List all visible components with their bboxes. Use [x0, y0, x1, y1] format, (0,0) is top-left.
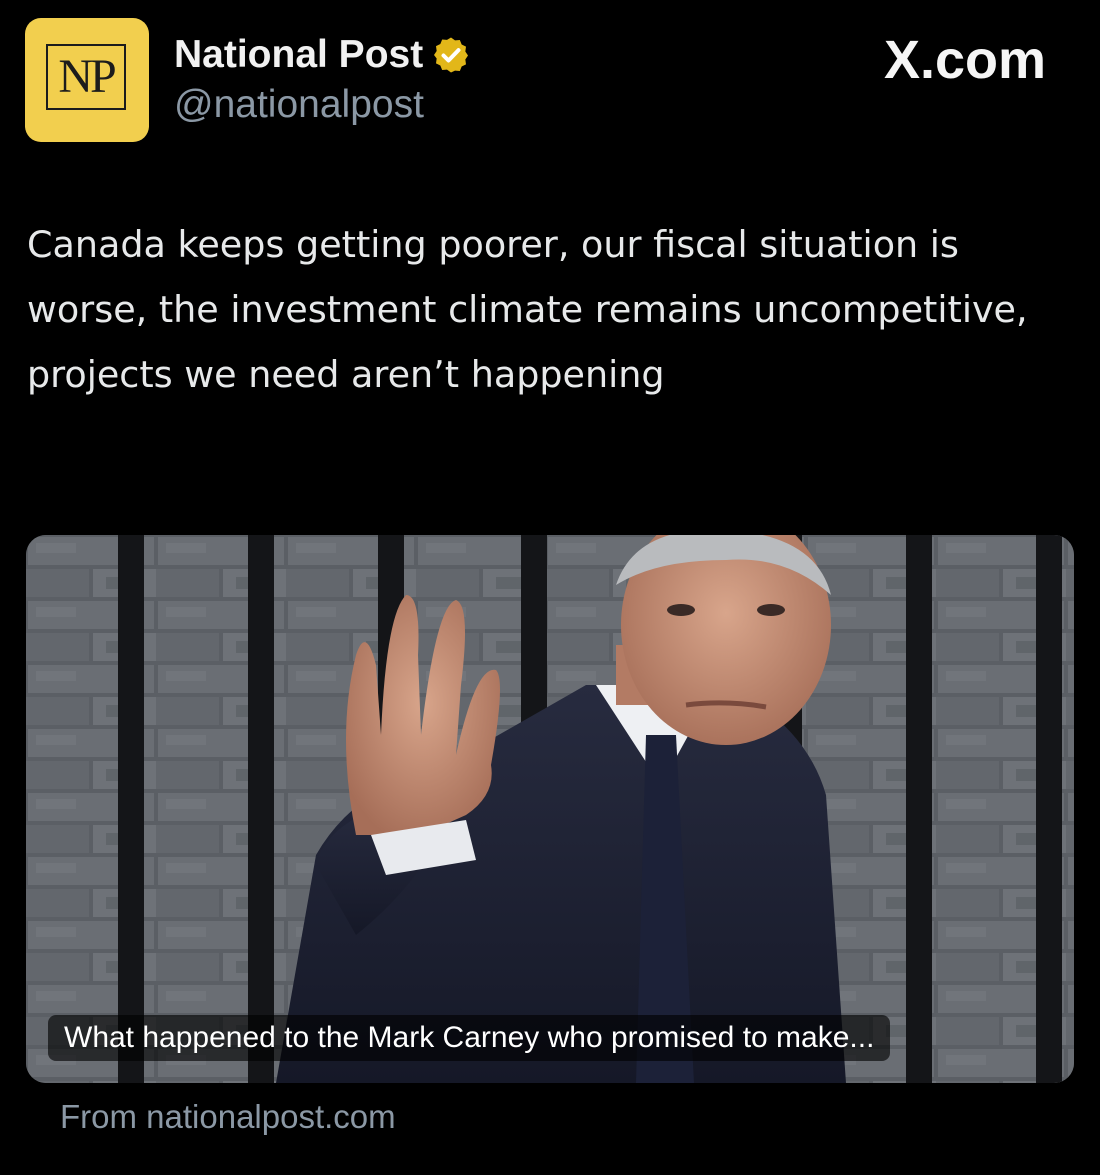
article-caption: What happened to the Mark Carney who pro… [48, 1015, 891, 1061]
display-name[interactable]: National Post [174, 32, 423, 78]
article-photo [26, 535, 1074, 1083]
avatar-logo-frame: NP [46, 44, 126, 110]
x-com-watermark: X.com [883, 30, 1046, 90]
verified-badge-icon [434, 37, 469, 73]
account-handle[interactable]: @nationalpost [174, 82, 424, 128]
avatar-logo-text: NP [58, 50, 116, 103]
account-name-row[interactable]: National Post [174, 32, 471, 78]
avatar[interactable]: NP [25, 18, 149, 142]
link-card[interactable]: What happened to the Mark Carney who pro… [26, 535, 1074, 1083]
link-source[interactable]: From nationalpost.com [60, 1097, 396, 1137]
tweet-text: Canada keeps getting poorer, our fiscal … [27, 223, 1028, 396]
tweet-screenshot: NP National Post @nationalpost X.com Can… [0, 0, 1100, 1175]
